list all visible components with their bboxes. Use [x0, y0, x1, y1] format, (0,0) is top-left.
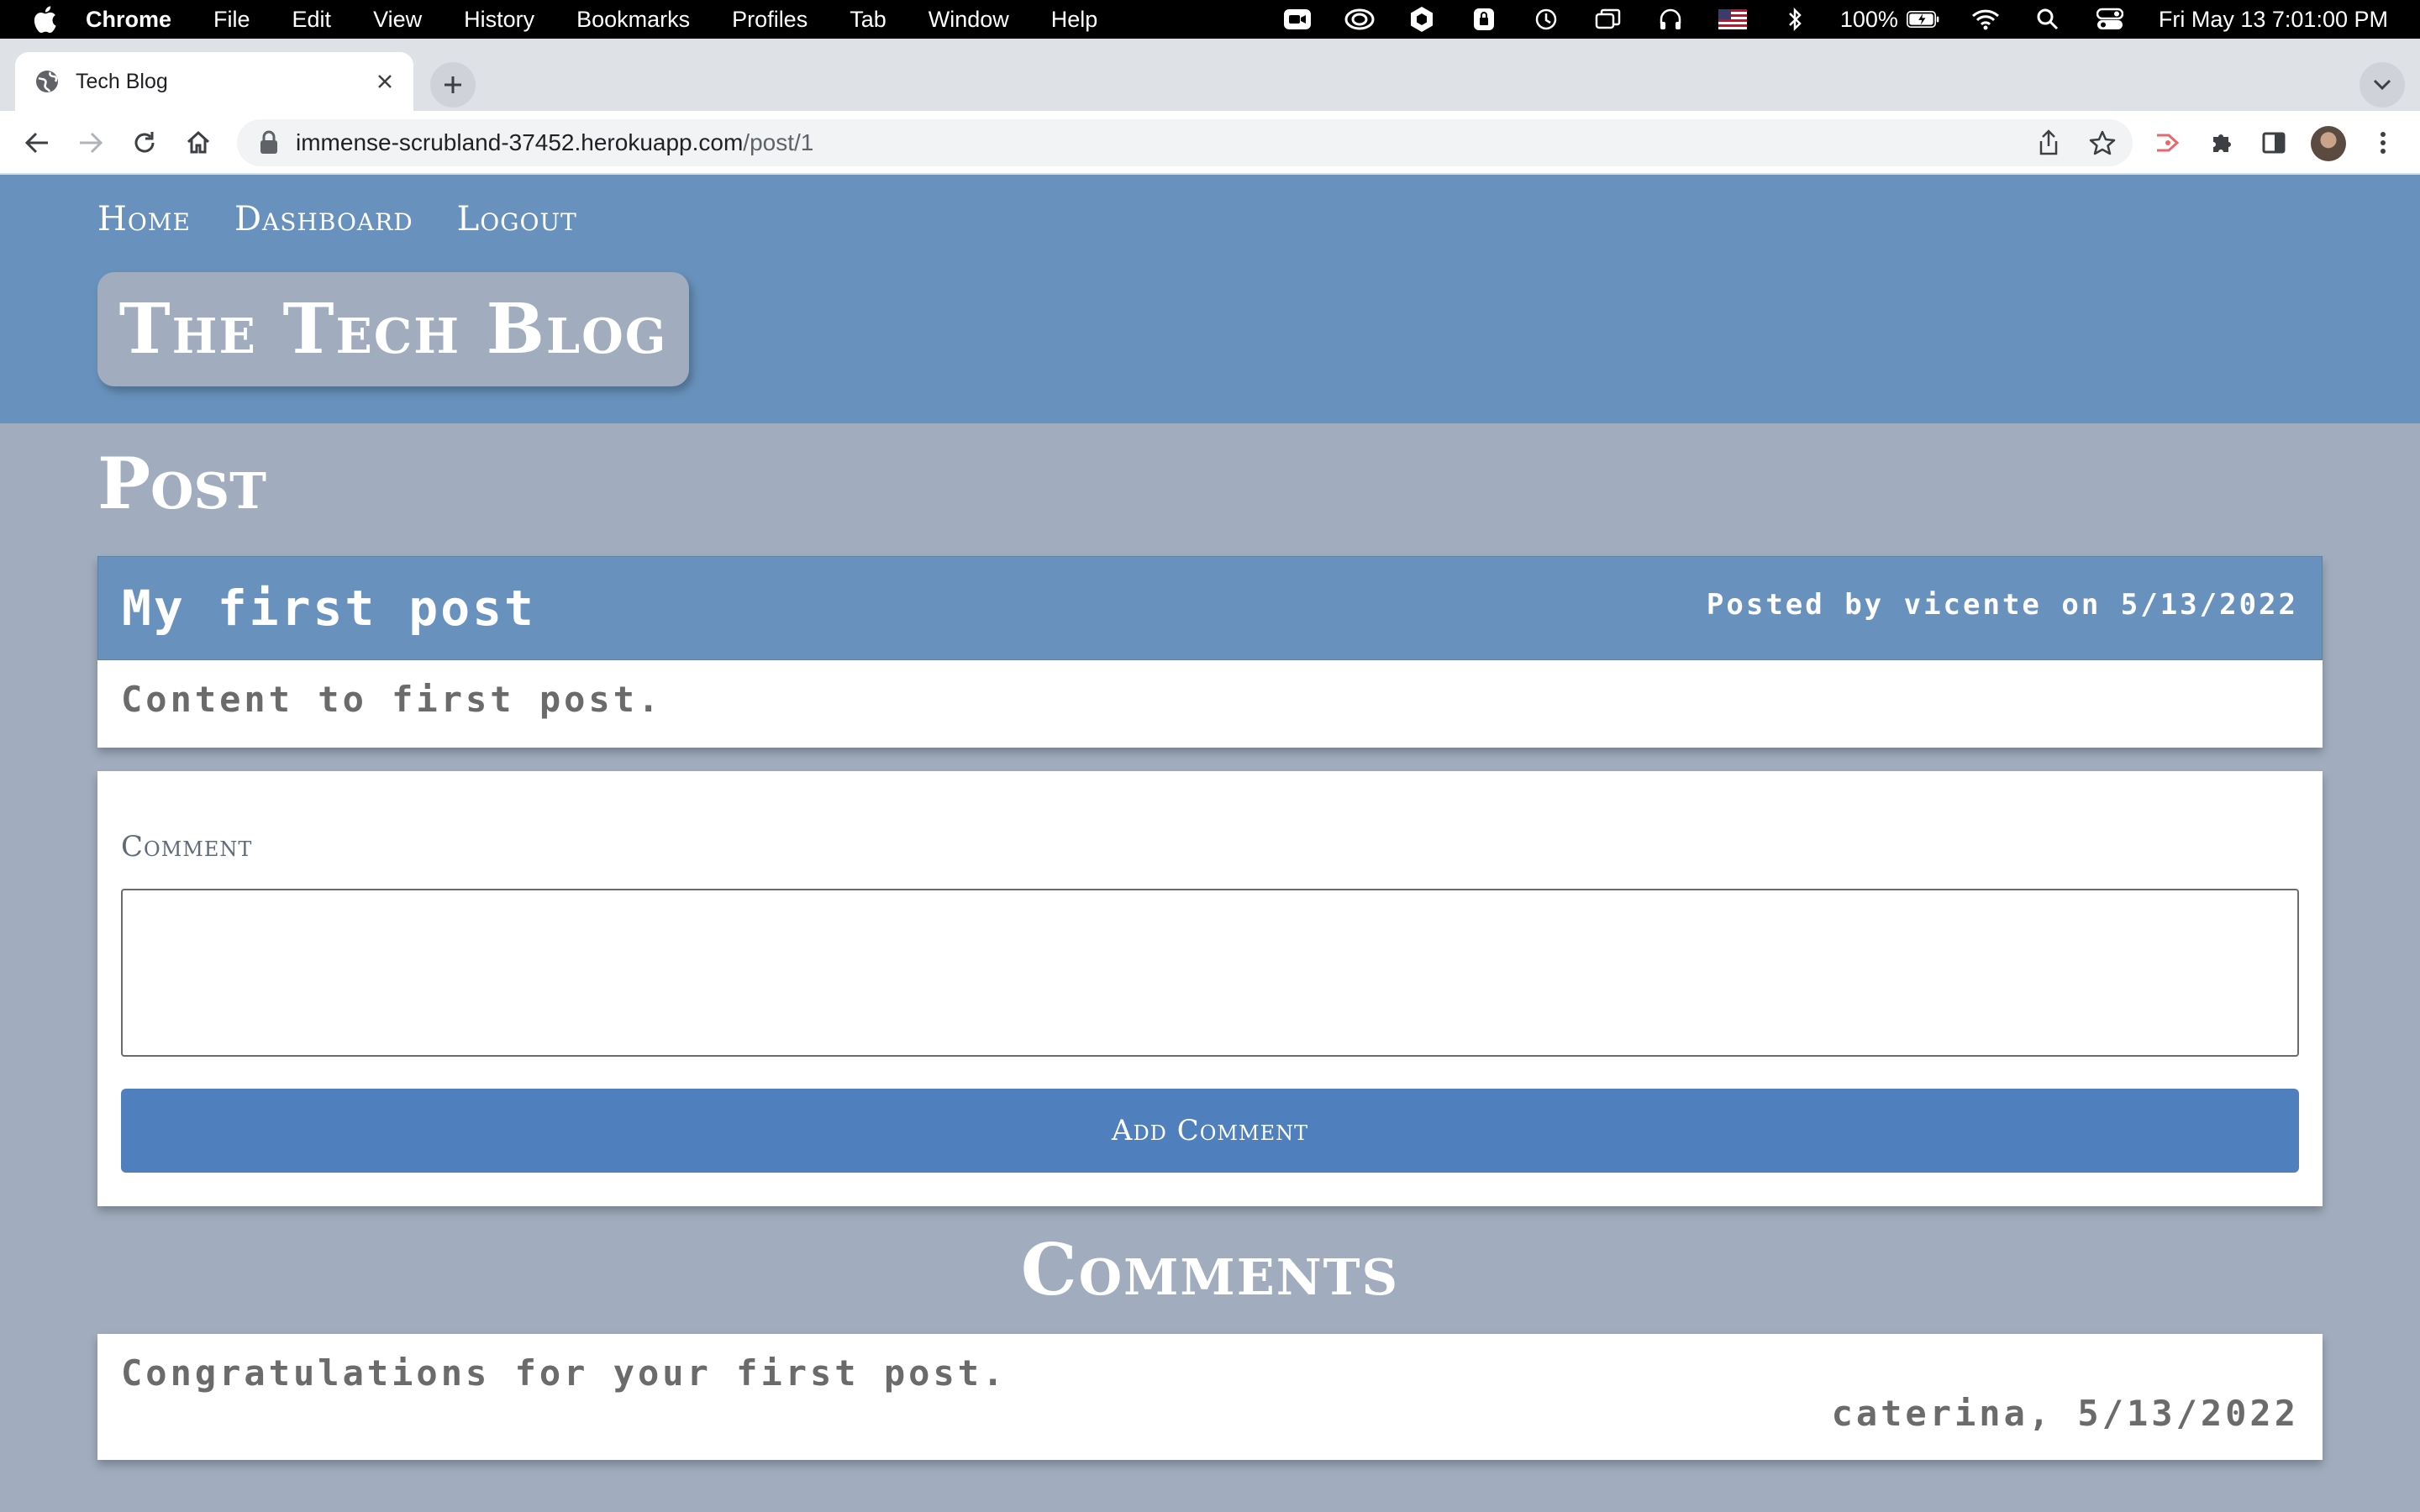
- extension-cast-button[interactable]: [2144, 119, 2191, 166]
- us-flag-icon[interactable]: [1716, 0, 1749, 39]
- screens-icon[interactable]: [1591, 0, 1625, 39]
- home-icon: [187, 130, 210, 154]
- menu-bookmarks[interactable]: Bookmarks: [576, 7, 690, 33]
- time-machine-icon[interactable]: [1529, 0, 1563, 39]
- spotlight-search-icon[interactable]: [2031, 0, 2065, 39]
- extensions-button[interactable]: [2198, 119, 2245, 166]
- macos-menubar: Chrome File Edit View History Bookmarks …: [0, 0, 2420, 39]
- post-card: My first post Posted by vicente on 5/13/…: [97, 556, 2323, 748]
- video-camera-icon[interactable]: [1281, 0, 1314, 39]
- plus-icon: [445, 76, 461, 93]
- menu-app-name[interactable]: Chrome: [86, 7, 171, 33]
- headphones-icon[interactable]: [1654, 0, 1687, 39]
- wifi-icon[interactable]: [1969, 0, 2002, 39]
- menubar-clock[interactable]: Fri May 13 7:01:00 PM: [2159, 7, 2388, 33]
- web-page: Home Dashboard Logout The Tech Blog Post…: [0, 175, 2420, 1512]
- side-panel-button[interactable]: [2250, 119, 2297, 166]
- post-title: My first post: [122, 580, 536, 637]
- url-host: immense-scrubland-37452.herokuapp.com: [296, 129, 744, 155]
- menu-edit[interactable]: Edit: [292, 7, 332, 33]
- tab-search-button[interactable]: [2360, 62, 2405, 108]
- menu-help[interactable]: Help: [1051, 7, 1098, 33]
- comments-heading: Comments: [1020, 1228, 1400, 1311]
- nav-home-link[interactable]: Home: [97, 200, 191, 239]
- site-nav: Home Dashboard Logout: [97, 200, 577, 239]
- chrome-menu-button[interactable]: [2360, 119, 2407, 166]
- menu-profiles[interactable]: Profiles: [732, 7, 808, 33]
- new-tab-button[interactable]: [430, 62, 476, 108]
- url-text[interactable]: immense-scrubland-37452.herokuapp.com/po…: [296, 129, 813, 156]
- menubar-status-area: 100% Fri May 13 7:01:00 PM: [1252, 0, 2388, 39]
- control-center-icon[interactable]: [2093, 0, 2127, 39]
- arrow-left-icon: [24, 132, 48, 154]
- home-button[interactable]: [175, 119, 222, 166]
- profile-avatar[interactable]: [2311, 126, 2346, 161]
- nav-logout-link[interactable]: Logout: [457, 200, 577, 239]
- url-path: /post/1: [743, 129, 814, 155]
- bluetooth-icon[interactable]: [1778, 0, 1812, 39]
- comment-textarea[interactable]: [121, 889, 2299, 1057]
- post-content: Content to first post.: [121, 679, 663, 720]
- creative-cloud-icon[interactable]: [1343, 0, 1376, 39]
- nav-dashboard-link[interactable]: Dashboard: [234, 200, 413, 239]
- reload-button[interactable]: [121, 119, 168, 166]
- globe-icon: [34, 68, 60, 95]
- browser-tab-active[interactable]: Tech Blog: [15, 52, 413, 111]
- apple-icon[interactable]: [32, 5, 57, 34]
- puzzle-icon: [2213, 134, 2231, 152]
- post-header: My first post Posted by vicente on 5/13/…: [97, 556, 2323, 660]
- add-comment-button[interactable]: Add Comment: [121, 1089, 2299, 1173]
- more-vertical-icon: [2381, 132, 2386, 154]
- menu-file[interactable]: File: [213, 7, 250, 33]
- battery-icon[interactable]: [1906, 0, 1940, 39]
- menu-tab[interactable]: Tab: [850, 7, 886, 33]
- browser-toolbar: immense-scrubland-37452.herokuapp.com/po…: [0, 111, 2420, 175]
- site-header: Home Dashboard Logout The Tech Blog: [0, 175, 2420, 423]
- comment-form: Comment Add Comment: [97, 771, 2323, 1206]
- page-title: Post: [97, 442, 267, 525]
- menu-window[interactable]: Window: [929, 7, 1009, 33]
- bookmark-star-icon[interactable]: [2086, 126, 2119, 160]
- comment-text: Congratulations for your first post.: [121, 1352, 1007, 1394]
- post-meta: Posted by vicente on 5/13/2022: [1706, 588, 2298, 622]
- forward-button[interactable]: [67, 119, 114, 166]
- tab-title: Tech Blog: [76, 69, 168, 93]
- site-title: The Tech Blog: [118, 289, 668, 370]
- cube-app-icon[interactable]: [1405, 0, 1439, 39]
- back-button[interactable]: [13, 119, 60, 166]
- site-brand: The Tech Blog: [97, 272, 689, 386]
- battery-percent: 100%: [1839, 6, 1898, 32]
- address-bar[interactable]: immense-scrubland-37452.herokuapp.com/po…: [237, 119, 2133, 166]
- comment-label: Comment: [121, 830, 253, 864]
- side-panel-icon: [2262, 132, 2286, 154]
- menu-view[interactable]: View: [373, 7, 422, 33]
- lock-icon[interactable]: [259, 130, 279, 155]
- share-icon[interactable]: [2032, 126, 2065, 160]
- comment-meta: caterina, 5/13/2022: [1831, 1393, 2299, 1434]
- chevron-down-icon: [2373, 79, 2391, 91]
- cast-extension-icon: [2157, 134, 2180, 152]
- close-tab-icon[interactable]: [368, 65, 402, 98]
- browser-tab-strip: Tech Blog: [0, 39, 2420, 111]
- arrow-right-icon: [80, 132, 103, 154]
- comment-item: Congratulations for your first post. cat…: [97, 1334, 2323, 1460]
- menu-history[interactable]: History: [464, 7, 534, 33]
- password-lock-icon[interactable]: [1467, 0, 1501, 39]
- reload-icon: [134, 132, 155, 153]
